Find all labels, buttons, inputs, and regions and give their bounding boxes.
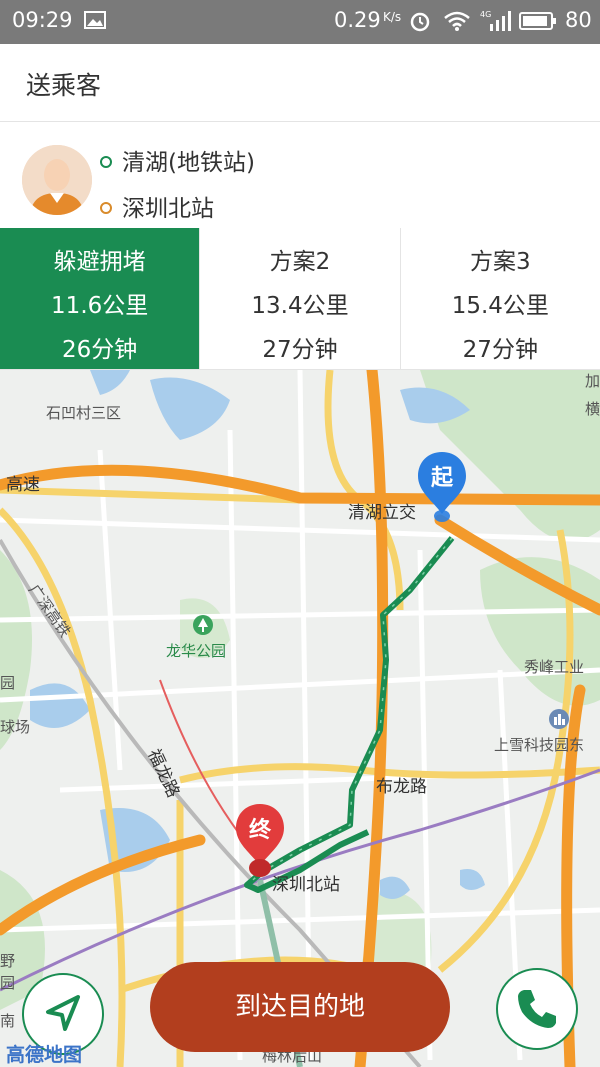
plan-name: 方案3 [470, 249, 531, 275]
status-bar: 09:29 0.29 K/s 4G 80 [0, 0, 600, 44]
end-marker-label: 终 [248, 818, 271, 843]
map-label-bulong: 布龙路 [376, 777, 427, 797]
alarm-icon [408, 9, 432, 37]
plan-option-2[interactable]: 方案2 13.4公里 27分钟 [199, 228, 399, 369]
map-label-edge-heng: 横 [585, 400, 600, 418]
start-location: 清湖(地铁站) [100, 143, 255, 177]
page-title: 送乘客 [26, 71, 102, 100]
plan-duration: 27分钟 [262, 337, 338, 363]
plan-name: 方案2 [269, 249, 331, 275]
start-marker-label: 起 [430, 466, 453, 491]
app-header: 送乘客 [0, 44, 600, 122]
plan-distance: 13.4公里 [251, 293, 349, 319]
map-label-highway: 高速 [6, 475, 40, 495]
gallery-icon [84, 11, 106, 33]
call-button[interactable] [496, 968, 578, 1050]
map-label-edge-chang: 球场 [0, 718, 31, 736]
map-label-edge-ye: 野 [0, 952, 16, 970]
map-label-edge-yuan: 园 [0, 674, 16, 692]
passenger-avatar [22, 145, 92, 215]
end-location: 深圳北站 [100, 189, 214, 223]
map-label-shangxue: 上雪科技园东 [494, 736, 585, 754]
plan-duration: 26分钟 [62, 337, 138, 363]
battery-percent: 80 [565, 8, 592, 32]
phone-icon [518, 990, 556, 1028]
arrive-button[interactable]: 到达目的地 [150, 962, 450, 1052]
plan-option-1[interactable]: 躲避拥堵 11.6公里 26分钟 [0, 228, 200, 369]
route-plans: 躲避拥堵 11.6公里 26分钟 方案2 13.4公里 27分钟 方案3 15.… [0, 228, 600, 370]
end-location-label: 深圳北站 [122, 196, 214, 222]
map-label-longhua-park: 龙华公园 [166, 642, 227, 660]
network-speed-unit: K/s [383, 10, 402, 24]
map-label-edge-nan: 南 [0, 1012, 16, 1030]
map-label-xiufeng: 秀峰工业 [524, 658, 585, 676]
battery-icon [519, 11, 557, 35]
route-info: 清湖(地铁站) 深圳北站 [0, 123, 600, 228]
map-label-shiao: 石凹村三区 [46, 404, 122, 422]
plan-distance: 11.6公里 [51, 293, 149, 319]
plan-distance: 15.4公里 [451, 293, 549, 319]
map-provider-logo: 高德地图 [6, 1044, 83, 1066]
plan-duration: 27分钟 [462, 337, 538, 363]
plan-name: 躲避拥堵 [53, 249, 146, 275]
map-label-qinghu: 清湖立交 [348, 503, 416, 523]
signal-icon [488, 10, 512, 36]
map-label-edge-jia: 加 [585, 372, 600, 390]
network-speed: 0.29 [334, 8, 381, 32]
start-dot-icon [100, 156, 112, 168]
map-label-edge-wild: 园 [0, 974, 16, 992]
start-location-label: 清湖(地铁站) [122, 150, 255, 176]
wifi-icon [443, 10, 471, 36]
clock: 09:29 [12, 8, 73, 32]
end-dot-icon [100, 202, 112, 214]
plan-option-3[interactable]: 方案3 15.4公里 27分钟 [399, 228, 600, 369]
